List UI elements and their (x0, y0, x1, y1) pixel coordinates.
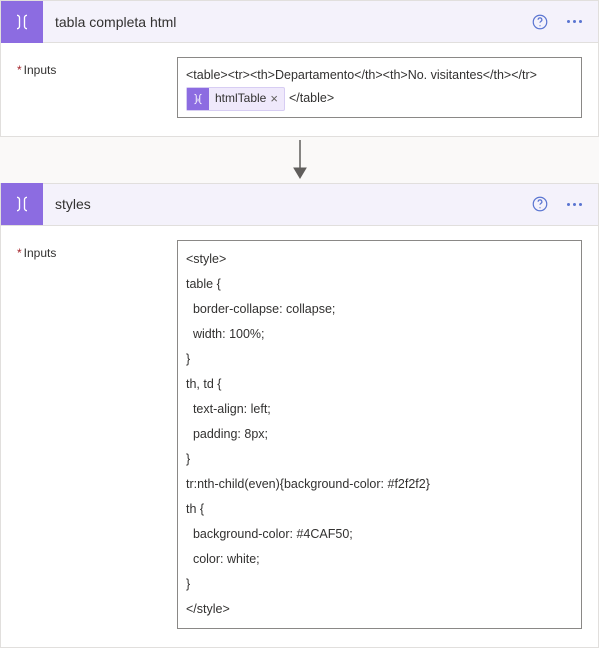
dynamic-content-token-htmltable[interactable]: x htmlTable × (186, 87, 285, 111)
inputs-label: Inputs (17, 246, 167, 260)
step-title: styles (43, 196, 526, 212)
close-icon[interactable]: × (270, 87, 278, 110)
help-button[interactable] (526, 190, 554, 218)
inputs-label: Inputs (17, 63, 167, 77)
step-header[interactable]: styles (1, 184, 598, 226)
step-header[interactable]: tabla completa html (1, 1, 598, 43)
compose-action-icon (1, 1, 43, 43)
flow-arrow-connector[interactable] (0, 137, 599, 183)
variable-icon: x (187, 88, 209, 110)
svg-text:x: x (196, 97, 200, 103)
token-label: htmlTable (215, 88, 266, 110)
compose-action-icon (1, 183, 43, 225)
step-title: tabla completa html (43, 14, 526, 30)
css-text: <style> table { border-collapse: collaps… (186, 247, 573, 622)
help-button[interactable] (526, 8, 554, 36)
expression-text-line2: </table> (289, 87, 334, 110)
step-body: Inputs <style> table { border-collapse: … (1, 226, 598, 647)
step-tabla-completa-html: tabla completa html Inputs <table><tr><t… (0, 0, 599, 137)
more-menu-button[interactable] (560, 8, 588, 36)
inputs-expression-field[interactable]: <table><tr><th>Departamento</th><th>No. … (177, 57, 582, 118)
inputs-css-field[interactable]: <style> table { border-collapse: collaps… (177, 240, 582, 629)
expression-text-line1: <table><tr><th>Departamento</th><th>No. … (186, 64, 573, 87)
step-styles: styles Inputs <style> table { border-col… (0, 183, 599, 648)
more-menu-button[interactable] (560, 190, 588, 218)
step-body: Inputs <table><tr><th>Departamento</th><… (1, 43, 598, 136)
